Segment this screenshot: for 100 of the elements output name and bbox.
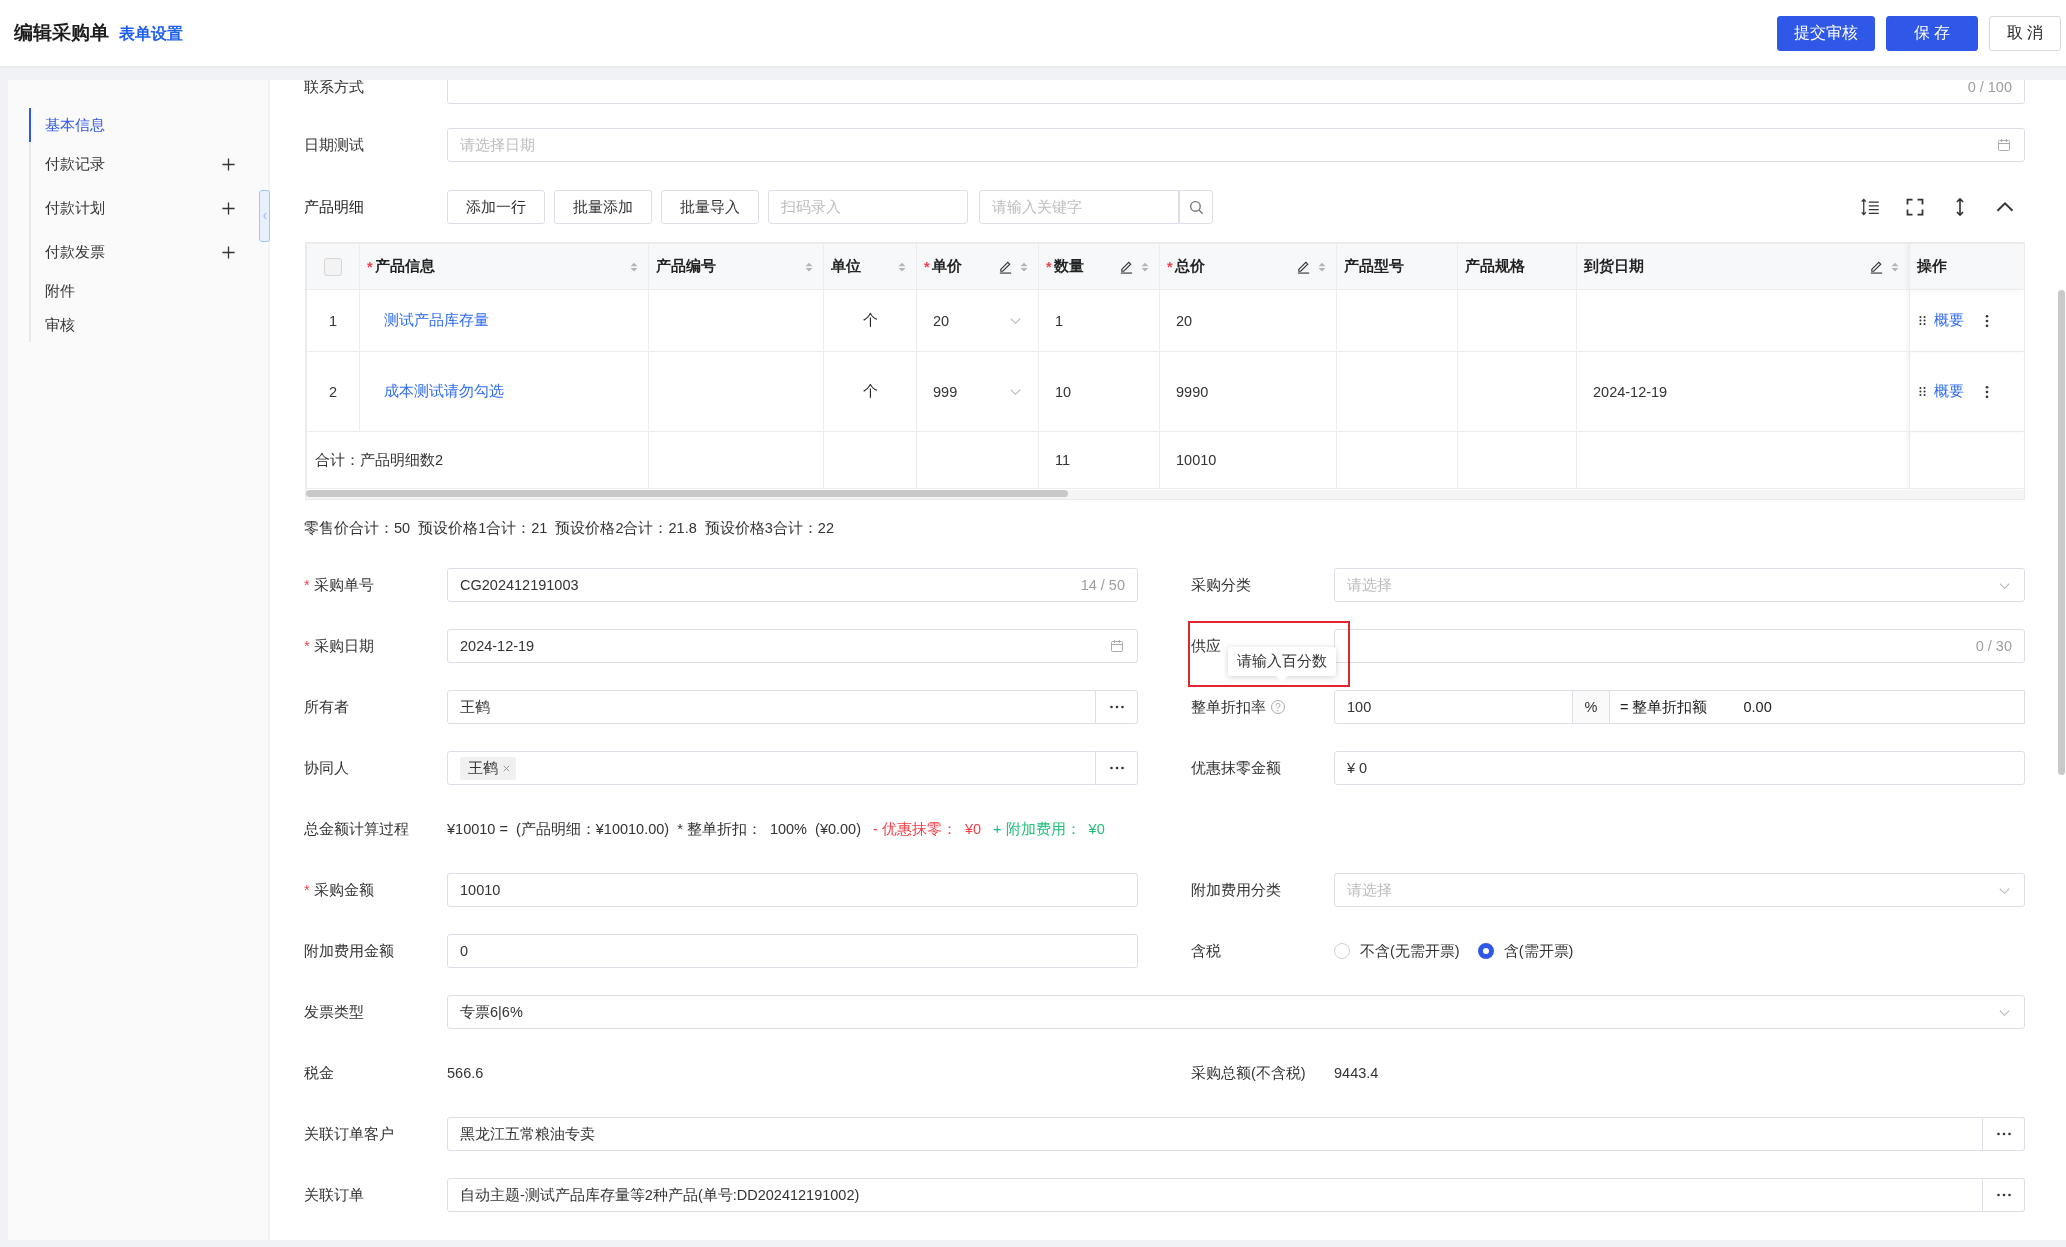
sidebar-item[interactable]: 审核 (29, 308, 246, 342)
user-tag[interactable]: 王鹤 (460, 756, 516, 780)
product-link[interactable]: 成本测试请勿勾选 (384, 383, 504, 399)
search-button[interactable] (1179, 190, 1213, 224)
toolbar-button[interactable]: 添加一行 (447, 190, 545, 224)
formula-text: - 优惠抹零： ¥0 (873, 819, 982, 839)
form-settings-link[interactable]: 表单设置 (119, 24, 183, 45)
summary-link[interactable]: 概要 (1934, 311, 1964, 330)
field-label: 所有者 (304, 697, 349, 717)
column-header: 总价 (1174, 257, 1205, 276)
scrollbar-thumb[interactable] (2058, 290, 2065, 775)
price-select[interactable]: 999 (924, 383, 1031, 400)
column-header: 数量 (1053, 257, 1084, 276)
radio-option[interactable]: 不含(无需开票) (1334, 941, 1460, 961)
edit-icon[interactable] (1296, 259, 1311, 274)
sidebar-item[interactable]: 基本信息 (29, 108, 246, 142)
more-button[interactable] (1096, 690, 1138, 724)
field-label: 采购单号 (313, 575, 374, 595)
column-header: 单位 (831, 257, 861, 276)
summary-link[interactable]: 概要 (1934, 382, 1964, 401)
input-field[interactable]: 王鹤 (447, 751, 1096, 785)
radio-option[interactable]: 含(需开票) (1477, 941, 1574, 961)
field-label: 优惠抹零金额 (1191, 758, 1281, 778)
row-height-icon[interactable] (1860, 197, 1880, 217)
product-link[interactable]: 测试产品库存量 (384, 312, 489, 328)
collapse-handle[interactable] (259, 190, 270, 242)
add-icon[interactable] (221, 200, 236, 216)
select-field[interactable]: 专票6|6% (447, 995, 2025, 1029)
unit-addon: % (1573, 690, 1610, 724)
input-field[interactable]: 0 (447, 934, 1138, 968)
field-value: 9443.4 (1334, 1065, 1379, 1081)
page-title: 编辑采购单 (14, 21, 109, 45)
calendar-icon (1109, 638, 1125, 654)
required-mark: * (924, 258, 930, 275)
table-cell: 11 (1038, 431, 1160, 489)
action-button[interactable]: 提交审核 (1777, 15, 1875, 51)
character-count: 14 / 50 (1080, 577, 1125, 593)
fullscreen-icon[interactable] (1905, 197, 1925, 217)
formula-text: ¥10010 = (产品明细：¥10010.00) * 整单折扣： 100% (¥0.00) (447, 819, 861, 839)
table-cell: 2024-12-19 (1576, 351, 1910, 432)
add-icon[interactable] (221, 244, 236, 260)
toolbar-button[interactable]: 批量导入 (661, 190, 759, 224)
sidebar-item[interactable]: 付款发票 (29, 230, 246, 274)
input-field[interactable]: CG202412191003 14 / 50 (447, 568, 1138, 602)
input-field[interactable]: 100 (1334, 690, 1573, 724)
scrollbar-thumb[interactable] (306, 490, 1068, 497)
field-label: 含税 (1191, 941, 1221, 961)
result-label: = 整单折扣额 (1620, 697, 1708, 717)
sidebar-item[interactable]: 付款记录 (29, 142, 246, 186)
table-cell: 个 (823, 351, 917, 432)
input-field[interactable]: ¥ 0 (1334, 751, 2025, 785)
input-field[interactable]: 黑龙江五常粮油专卖 (447, 1117, 1983, 1151)
field-label: 协同人 (304, 758, 349, 778)
field-value: 566.6 (447, 1065, 484, 1081)
drag-handle-icon[interactable] (1917, 386, 1928, 397)
column-header: 产品编号 (656, 257, 716, 276)
drag-handle-icon[interactable] (1917, 315, 1928, 326)
required-mark: * (304, 577, 310, 593)
edit-icon[interactable] (1119, 259, 1134, 274)
table-cell: 合计：产品明细数2 (306, 431, 649, 489)
edit-icon[interactable] (998, 259, 1013, 274)
field-label: 总金额计算过程 (304, 819, 409, 839)
sidebar-item[interactable]: 付款计划 (29, 186, 246, 230)
field-label: 发票类型 (304, 1002, 364, 1022)
result-value: 0.00 (1743, 699, 1772, 715)
row-number: 1 (306, 289, 360, 352)
sidebar-item[interactable]: 附件 (29, 274, 246, 308)
input-field[interactable]: 自动主题-测试产品库存量等2种产品(单号:DD202412191002) (447, 1178, 1983, 1212)
table-cell: 10 (1038, 351, 1160, 432)
checkbox[interactable] (324, 257, 342, 276)
field-label: 关联订单 (304, 1185, 364, 1205)
column-header: 操作 (1917, 257, 1947, 276)
help-icon[interactable] (1270, 699, 1286, 715)
field-label: 供应 (1191, 636, 1221, 656)
field-label: 采购日期 (313, 636, 374, 656)
column-header: 产品规格 (1465, 257, 1525, 276)
radio-button[interactable] (1477, 943, 1494, 959)
toolbar-button[interactable]: 批量添加 (554, 190, 652, 224)
field-label: 税金 (304, 1063, 334, 1083)
input-field[interactable]: 10010 (447, 873, 1138, 907)
field-label: 整单折扣率 (1191, 697, 1266, 717)
field-label: 附加费用分类 (1191, 880, 1281, 900)
field-label: 采购金额 (313, 880, 374, 900)
required-mark: * (1167, 258, 1173, 275)
table-cell: 个 (823, 289, 917, 352)
more-button[interactable] (1983, 1178, 2025, 1212)
field-label: 关联订单客户 (304, 1124, 394, 1144)
more-button[interactable] (1983, 1117, 2025, 1151)
more-button[interactable] (1096, 751, 1138, 785)
field-label: 附加费用金额 (304, 941, 394, 961)
date-field[interactable]: 2024-12-19 (447, 629, 1138, 663)
action-button[interactable]: 保 存 (1886, 15, 1978, 51)
character-count: 0 / 100 (1967, 80, 2012, 95)
edit-icon[interactable] (1869, 259, 1884, 274)
action-button[interactable]: 取 消 (1989, 15, 2061, 51)
column-header: 到货日期 (1584, 257, 1644, 276)
table-cell: 10010 (1159, 431, 1337, 489)
table-cell: 20 (1159, 289, 1337, 352)
add-icon[interactable] (221, 156, 236, 172)
input-field[interactable]: 王鹤 (447, 690, 1096, 724)
